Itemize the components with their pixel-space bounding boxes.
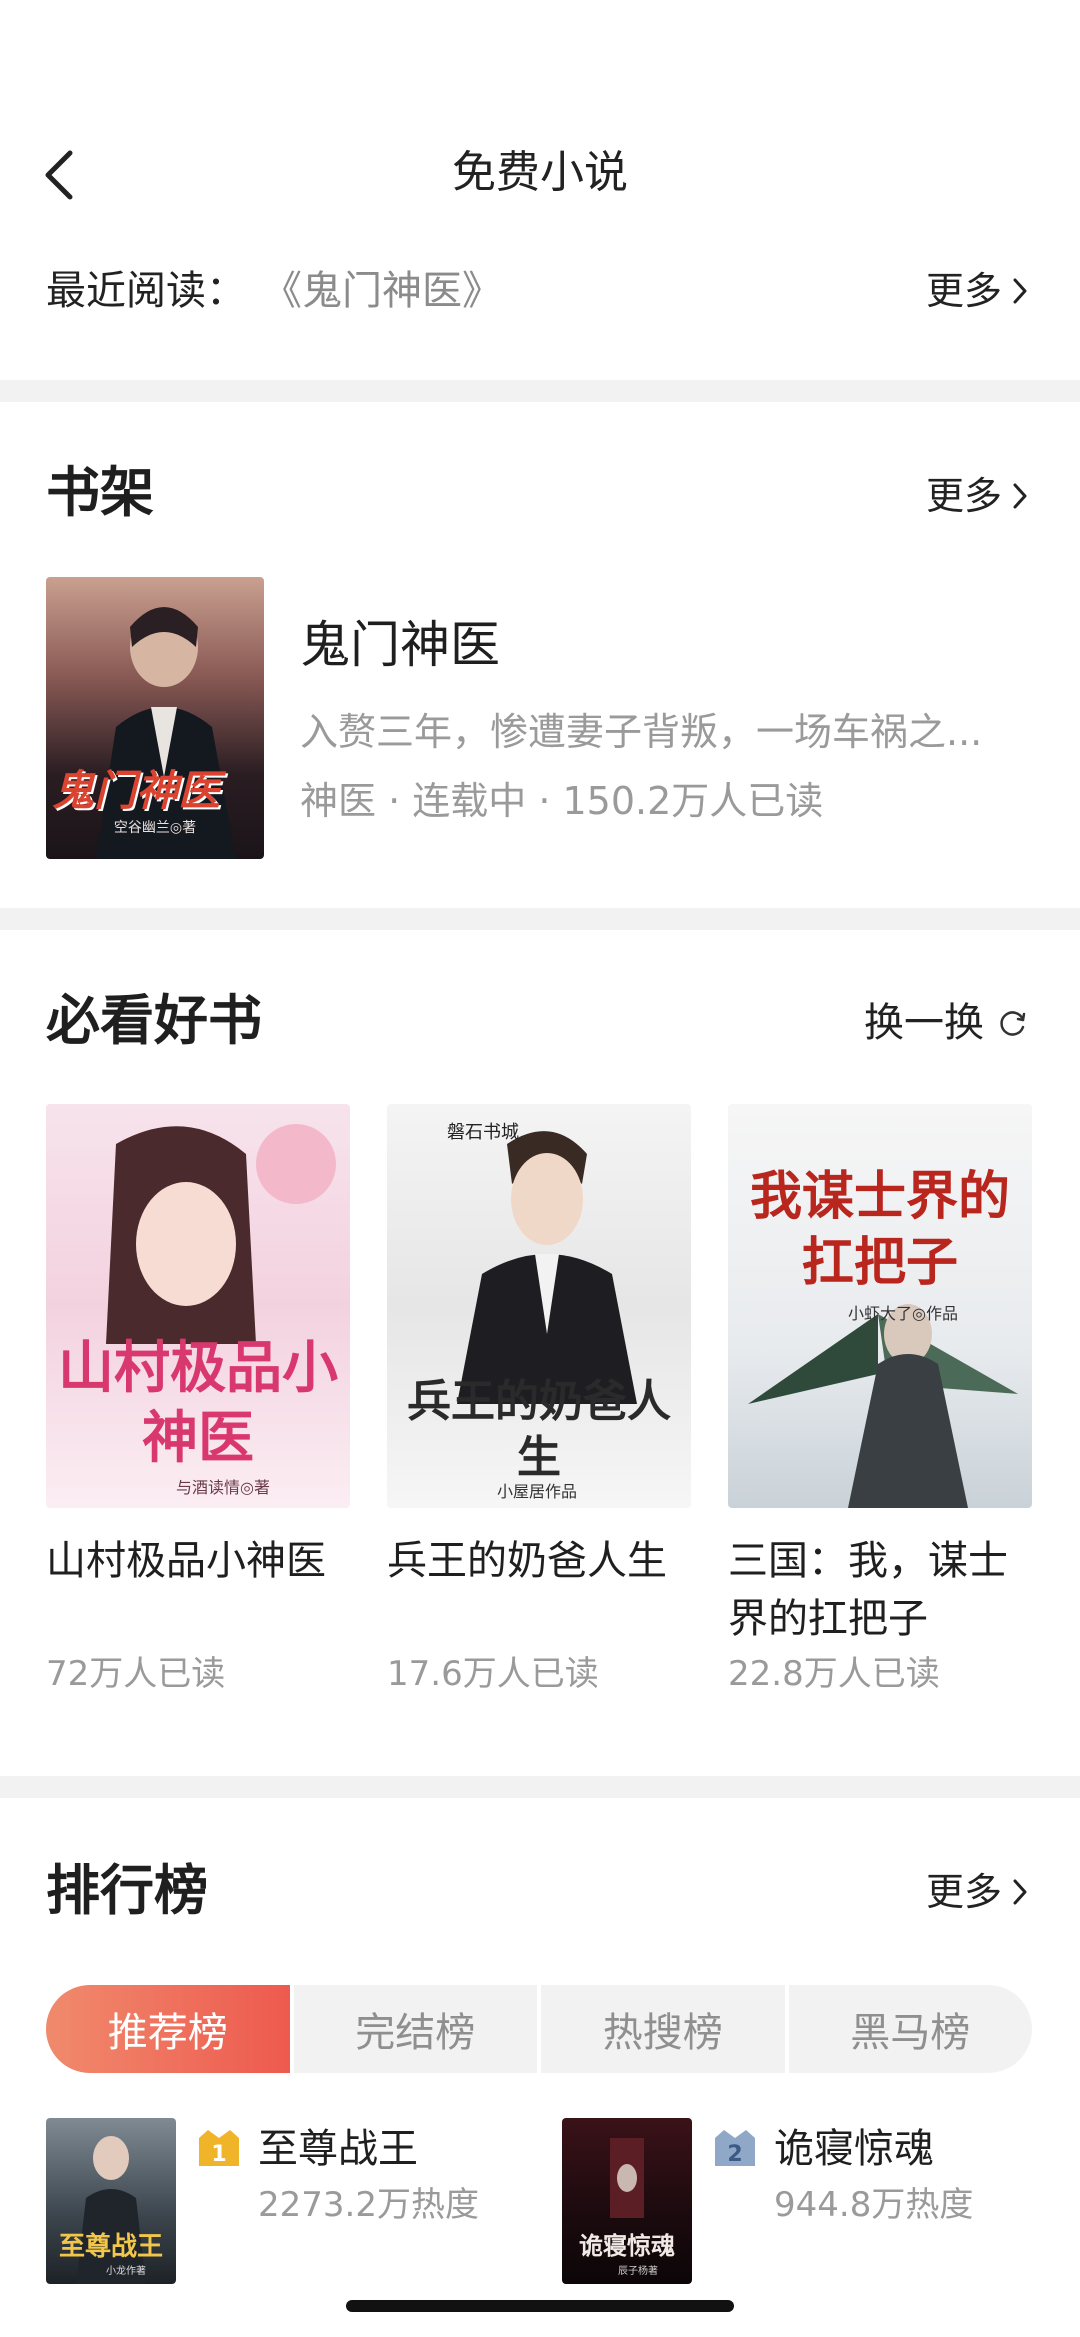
shelf-book-cover[interactable]: 鬼门神医 空谷幽兰◎著 [46,577,264,859]
ranking-tabs: 推荐榜 完结榜 热搜榜 黑马榜 [46,1985,1032,2073]
rank-item-title[interactable]: 诡寝惊魂 [774,2122,934,2176]
cover-title: 鬼门神医 [52,766,221,815]
cover-author: 辰子杨著 [618,2266,658,2277]
book-card-cover[interactable]: 山村极品小神医 与酒读情◎著 [46,1104,350,1508]
section-divider [0,1776,1080,1798]
section-divider [0,908,1080,930]
ranking-more-button[interactable]: 更多 [926,1866,1028,1918]
shelf-more-label: 更多 [925,474,1002,518]
shelf-more-button[interactable]: 更多 [926,470,1028,522]
chevron-right-icon [1013,278,1027,304]
ranking-title: 排行榜 [46,1859,208,1922]
ranking-more-label: 更多 [925,1870,1002,1914]
must-read-title: 必看好书 [46,989,262,1052]
book-card-reads: 72万人已读 [46,1654,226,1694]
cover-author: 小屋居作品 [497,1482,578,1501]
refresh-icon [1000,1011,1026,1036]
rank-item-cover[interactable]: 至尊战王 小龙作著 [46,2118,176,2284]
tab-hot-search[interactable]: 热搜榜 [537,1985,785,2073]
cover-title: 诡寝惊魂 [579,2232,675,2260]
cover-author: 小虾大了◎作品 [848,1304,958,1323]
book-card-reads: 17.6万人已读 [387,1654,599,1694]
chevron-right-icon [1013,1879,1027,1905]
cover-title: 山村极品小神医 [58,1336,338,1471]
shelf-book-description: 入赘三年，惨遭妻子背叛，一场车祸之... [300,710,983,754]
tab-completed[interactable]: 完结榜 [289,1985,538,2073]
section-divider [0,380,1080,402]
cover-publisher: 磐石书城 [447,1122,519,1143]
cover-author: 与酒读情◎著 [176,1478,270,1497]
rank-item-heat: 2273.2万热度 [258,2185,479,2225]
shelf-title: 书架 [46,461,154,524]
book-card-title[interactable]: 兵王的奶爸人生 [387,1532,687,1590]
rank-item-title[interactable]: 至尊战王 [258,2122,418,2176]
cover-author: 小龙作著 [106,2266,146,2277]
home-indicator[interactable] [346,2300,734,2312]
cover-title: 至尊战王 [58,2232,163,2262]
shelf-book-title[interactable]: 鬼门神医 [300,613,500,677]
recent-reading-book[interactable]: 《鬼门神医》 [262,265,502,317]
refresh-label: 换一换 [864,1000,984,1046]
page-title: 免费小说 [452,147,628,198]
recent-more-label: 更多 [925,269,1002,313]
refresh-button[interactable]: 换一换 [864,995,1028,1051]
book-card-reads: 22.8万人已读 [728,1654,940,1694]
book-card-title[interactable]: 三国：我，谋士界的扛把子 [728,1532,1028,1648]
rank-1-badge-icon: 1 [199,2130,239,2167]
recent-more-button[interactable]: 更多 [926,265,1028,317]
cover-title: 我谋士界的扛把子 [749,1167,1010,1293]
book-card-cover[interactable]: 磐石书城 兵王的奶爸人生 小屋居作品 [387,1104,691,1508]
cover-title: 兵王的奶爸人生 [407,1376,671,1483]
recent-reading-label: 最近阅读： [46,268,246,314]
rank-item-heat: 944.8万热度 [774,2185,974,2225]
svg-text:2: 2 [727,2142,742,2167]
book-card-title[interactable]: 山村极品小神医 [46,1532,346,1590]
shelf-book-meta: 神医 · 连载中 · 150.2万人已读 [300,779,824,823]
book-card-cover[interactable]: 我谋士界的扛把子 小虾大了◎作品 [728,1104,1032,1508]
cover-author: 空谷幽兰◎著 [113,820,197,836]
tab-recommend[interactable]: 推荐榜 [46,1985,290,2073]
chevron-right-icon [1013,483,1027,509]
svg-text:1: 1 [211,2142,226,2167]
rank-2-badge-icon: 2 [715,2130,755,2167]
rank-item-cover[interactable]: 诡寝惊魂 辰子杨著 [562,2118,692,2284]
tab-dark-horse[interactable]: 黑马榜 [784,1985,1033,2073]
